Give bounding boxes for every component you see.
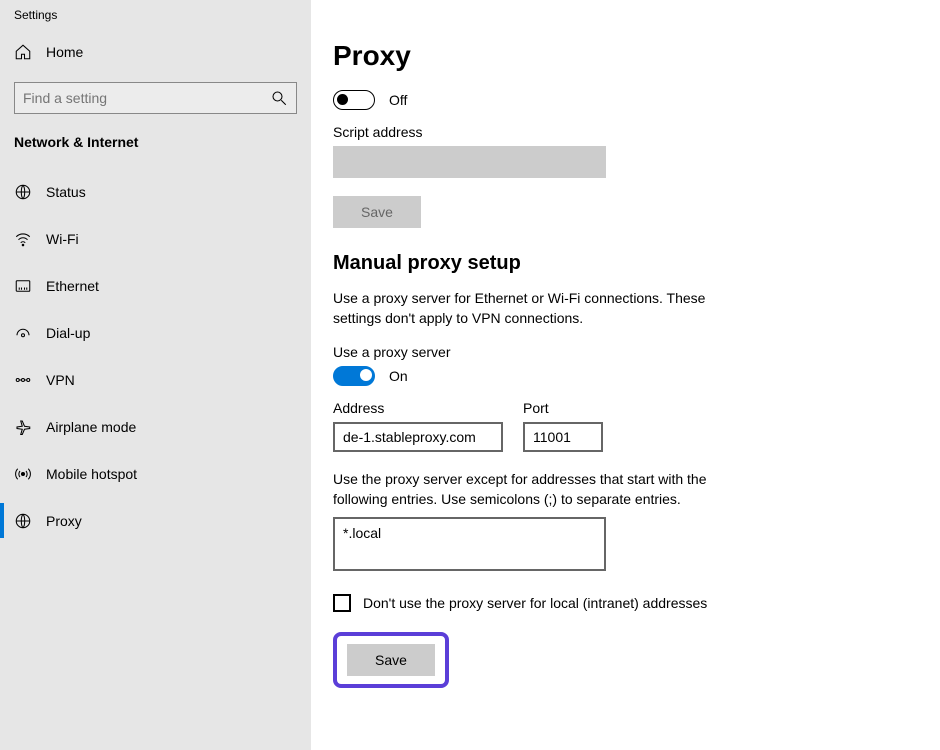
search-input[interactable] [23, 90, 270, 106]
sidebar-item-label: Dial-up [46, 325, 90, 341]
airplane-icon [14, 418, 32, 436]
sidebar-item-wifi[interactable]: Wi-Fi [0, 215, 311, 262]
exceptions-input[interactable] [333, 517, 606, 571]
main-content: Proxy Off Script address Save Manual pro… [311, 0, 940, 750]
script-address-label: Script address [333, 124, 910, 140]
auto-setup-toggle-label: Off [389, 92, 407, 108]
local-bypass-checkbox[interactable] [333, 594, 351, 612]
use-proxy-label: Use a proxy server [333, 344, 910, 360]
search-icon [270, 89, 288, 107]
sidebar-item-ethernet[interactable]: Ethernet [0, 262, 311, 309]
sidebar-item-dialup[interactable]: Dial-up [0, 309, 311, 356]
vpn-icon [14, 371, 32, 389]
ethernet-icon [14, 277, 32, 295]
save-button-highlight: Save [333, 632, 449, 688]
dialup-icon [14, 324, 32, 342]
sidebar-item-label: Airplane mode [46, 419, 136, 435]
wifi-icon [14, 230, 32, 248]
except-label: Use the proxy server except for addresse… [333, 470, 763, 509]
hotspot-icon [14, 465, 32, 483]
local-bypass-label: Don't use the proxy server for local (in… [363, 595, 707, 611]
sidebar-item-label: Proxy [46, 513, 82, 529]
address-input[interactable] [333, 422, 503, 452]
sidebar-item-status[interactable]: Status [0, 168, 311, 215]
port-label: Port [523, 400, 603, 416]
manual-save-button[interactable]: Save [347, 644, 435, 676]
manual-setup-description: Use a proxy server for Ethernet or Wi-Fi… [333, 289, 743, 328]
home-label: Home [46, 44, 83, 60]
auto-save-button: Save [333, 196, 421, 228]
sidebar-item-hotspot[interactable]: Mobile hotspot [0, 450, 311, 497]
app-title: Settings [0, 8, 311, 36]
script-address-input [333, 146, 606, 178]
home-icon [14, 43, 32, 61]
sidebar-item-airplane[interactable]: Airplane mode [0, 403, 311, 450]
sidebar-item-proxy[interactable]: Proxy [0, 497, 311, 544]
sidebar-item-vpn[interactable]: VPN [0, 356, 311, 403]
address-label: Address [333, 400, 503, 416]
sidebar-item-label: Ethernet [46, 278, 99, 294]
auto-setup-toggle[interactable] [333, 90, 375, 110]
port-input[interactable] [523, 422, 603, 452]
manual-setup-heading: Manual proxy setup [333, 252, 910, 275]
sidebar: Settings Home Network & Internet Status … [0, 0, 311, 750]
globe-icon [14, 183, 32, 201]
page-title: Proxy [333, 40, 910, 72]
sidebar-item-label: VPN [46, 372, 75, 388]
sidebar-section-label: Network & Internet [0, 134, 311, 168]
sidebar-item-label: Wi-Fi [46, 231, 79, 247]
sidebar-item-home[interactable]: Home [0, 36, 311, 68]
proxy-icon [14, 512, 32, 530]
sidebar-item-label: Status [46, 184, 86, 200]
sidebar-item-label: Mobile hotspot [46, 466, 137, 482]
use-proxy-toggle-label: On [389, 368, 408, 384]
use-proxy-toggle[interactable] [333, 366, 375, 386]
search-box[interactable] [14, 82, 297, 114]
